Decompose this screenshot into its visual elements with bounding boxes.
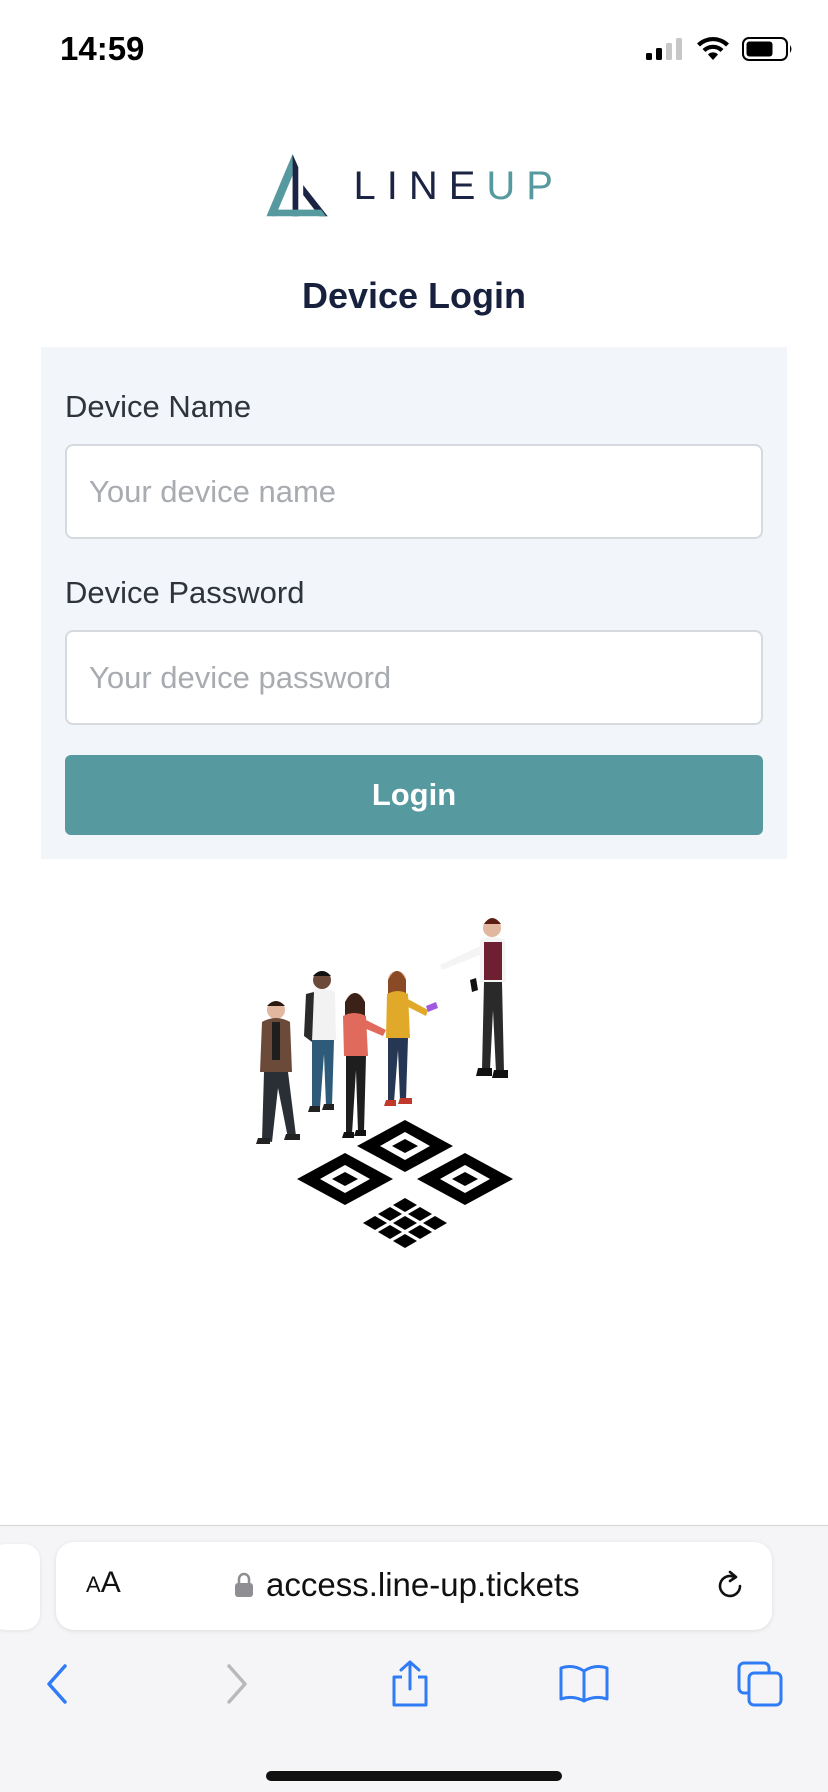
wifi-icon — [697, 37, 729, 60]
person-red-figure — [342, 993, 386, 1138]
text-size-icon[interactable]: AA — [86, 1566, 121, 1600]
status-icons — [644, 36, 794, 62]
lineup-logo: LINEUP — [264, 145, 564, 227]
previous-tab-preview[interactable] — [0, 1544, 40, 1630]
browser-chrome: AA access.line-up.tickets — [0, 1525, 828, 1792]
device-name-input[interactable] — [65, 444, 763, 539]
person-yellow-figure — [384, 971, 438, 1106]
login-button[interactable]: Login — [65, 755, 763, 835]
url-text: access.line-up.tickets — [266, 1566, 580, 1603]
url-display[interactable]: access.line-up.tickets — [234, 1566, 580, 1604]
home-indicator[interactable] — [266, 1771, 562, 1781]
tabs-icon — [737, 1661, 783, 1707]
status-bar: 14:59 — [0, 0, 828, 100]
forward-icon — [227, 1664, 247, 1704]
back-button[interactable] — [28, 1654, 88, 1714]
bookmarks-button[interactable] — [554, 1654, 614, 1714]
back-icon — [47, 1664, 67, 1704]
browser-toolbar — [0, 1654, 828, 1734]
device-name-label: Device Name — [65, 389, 252, 424]
device-password-label: Device Password — [65, 575, 305, 610]
forward-button[interactable] — [206, 1654, 266, 1714]
lineup-logo-icon — [266, 154, 328, 217]
lock-icon — [235, 1572, 253, 1597]
device-password-input[interactable] — [65, 630, 763, 725]
reload-icon[interactable] — [712, 1568, 748, 1604]
person-brown-jacket-figure — [256, 1001, 300, 1144]
status-time: 14:59 — [60, 30, 145, 67]
logo-text-up: UP — [486, 163, 564, 208]
qr-code-icon — [297, 1120, 513, 1248]
person-white-shirt-figure — [304, 971, 336, 1112]
page-title: Device Login — [301, 275, 527, 316]
tabs-button[interactable] — [730, 1654, 790, 1714]
lineup-logo-text: LINEUP — [353, 164, 564, 209]
share-button[interactable] — [380, 1654, 440, 1714]
bookmarks-icon — [559, 1665, 609, 1703]
login-form: Device Name Device Password Login — [41, 347, 787, 859]
queue-qr-code-illustration — [256, 918, 513, 1248]
share-icon — [392, 1660, 428, 1707]
battery-icon — [742, 37, 792, 61]
cellular-signal-icon — [646, 38, 682, 60]
logo-text-line: LINE — [353, 163, 487, 208]
address-bar[interactable]: AA access.line-up.tickets — [56, 1542, 772, 1630]
staff-figure — [440, 918, 508, 1078]
